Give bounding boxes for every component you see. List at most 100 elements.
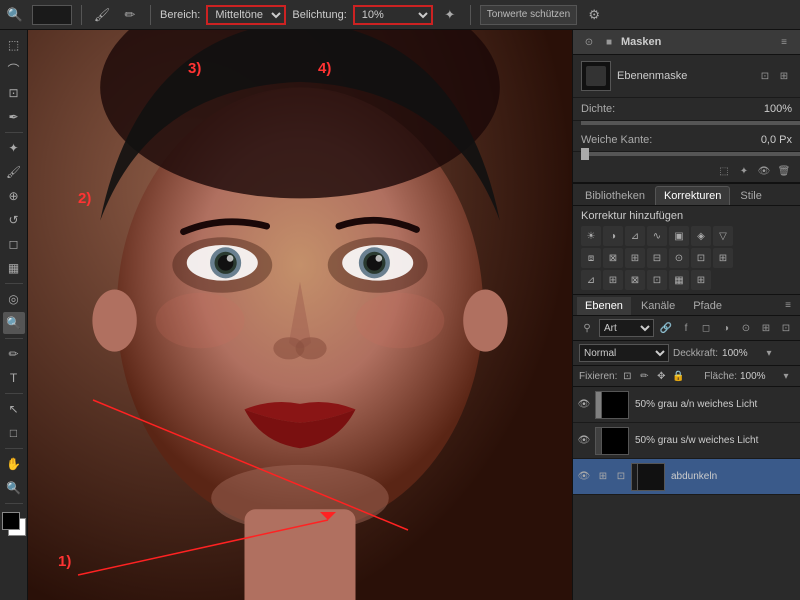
tab-stile[interactable]: Stile	[732, 187, 769, 205]
layer-item-2[interactable]: 👁 ⊞ ⊡ abdunkeln	[573, 459, 800, 495]
bw-icon[interactable]: ⊞	[625, 248, 645, 268]
zoom-icon[interactable]: 🔍	[4, 4, 26, 26]
tool-sep-6	[5, 503, 23, 504]
blend-mode-select[interactable]: Normal	[579, 344, 669, 362]
hsl-icon[interactable]: ⧈	[581, 248, 601, 268]
levels-icon[interactable]: ⊿	[625, 226, 645, 246]
layers-fix-bar: Fixieren: ⊡ ✏ ✥ 🔒 Fläche: 100% ▾	[573, 366, 800, 387]
mask-visible-icon[interactable]: 👁	[756, 163, 772, 179]
hand-tool[interactable]: ✋	[3, 453, 25, 475]
dodge-tool[interactable]: 🔍	[3, 312, 25, 334]
weiche-kante-slider-thumb[interactable]	[581, 148, 589, 160]
fix-move[interactable]: ✥	[654, 369, 668, 383]
tab-kanaele[interactable]: Kanäle	[633, 297, 683, 315]
belichtung-select[interactable]: 10% 5% 20%	[353, 5, 433, 25]
selectcolor-icon[interactable]: ⊞	[713, 248, 733, 268]
spot-heal-tool[interactable]: ✦	[3, 137, 25, 159]
mask-link-icon[interactable]: ⊡	[757, 68, 773, 84]
contrast-icon[interactable]: ◑	[603, 226, 623, 246]
annotation-1: 1)	[58, 553, 71, 570]
invert-icon[interactable]: ⊠	[625, 270, 645, 290]
history-tool[interactable]: ↺	[3, 209, 25, 231]
weiche-kante-slider[interactable]	[581, 152, 800, 156]
layer-0-eye[interactable]: 👁	[577, 398, 591, 412]
airbrush-icon[interactable]: ✦	[439, 4, 461, 26]
settings-icon[interactable]: ⚙	[583, 4, 605, 26]
mask-select-icon[interactable]: ⬚	[716, 163, 732, 179]
layer-selected-icon[interactable]: ⊡	[778, 320, 794, 336]
layer-smart-icon[interactable]: ⊞	[758, 320, 774, 336]
brush-tool[interactable]: 🖌	[3, 161, 25, 183]
deckkraft-menu[interactable]: ▾	[761, 345, 777, 361]
annotation-4: 4)	[318, 60, 331, 77]
gradient-map-icon[interactable]: ⊡	[691, 248, 711, 268]
canvas-area[interactable]: 1) 2) 3) 4)	[28, 30, 572, 600]
layer-1-eye[interactable]: 👁	[577, 434, 591, 448]
filter-icon[interactable]: ⚲	[579, 320, 595, 336]
bereich-select[interactable]: Mitteltöne Lichter Tiefen	[206, 5, 286, 25]
down-icon[interactable]: ▽	[713, 226, 733, 246]
colorbal-icon[interactable]: ⊠	[603, 248, 623, 268]
crop-tool[interactable]: ⊡	[3, 82, 25, 104]
lasso-tool[interactable]: ⌒	[3, 58, 25, 80]
posterize-icon[interactable]: ⊞	[603, 270, 623, 290]
zoom-input[interactable]: 375	[32, 5, 72, 25]
tab-ebenen[interactable]: Ebenen	[577, 297, 631, 315]
brush-icon[interactable]: ✏	[119, 4, 141, 26]
layer-color-icon[interactable]: ⊙	[738, 320, 754, 336]
layer-2-eye[interactable]: 👁	[577, 470, 591, 484]
tab-pfade[interactable]: Pfade	[685, 297, 730, 315]
solidcolor-icon[interactable]: ⊡	[647, 270, 667, 290]
vibrance-icon[interactable]: ◈	[691, 226, 711, 246]
pattern-fill-icon[interactable]: ⊞	[691, 270, 711, 290]
layer-fx-icon[interactable]: f	[678, 320, 694, 336]
dichte-label: Dichte:	[581, 103, 615, 115]
channel-icon[interactable]: ⊙	[669, 248, 689, 268]
fix-brush[interactable]: ✏	[637, 369, 651, 383]
eyedropper-tool[interactable]: ✒	[3, 106, 25, 128]
fix-checkerboard[interactable]: ⊡	[620, 369, 634, 383]
flaeche-menu[interactable]: ▾	[778, 368, 794, 384]
layer-link-icon[interactable]: 🔗	[658, 320, 674, 336]
masks-collapse-icon[interactable]: ≡	[776, 34, 792, 50]
blur-tool[interactable]: ◎	[3, 288, 25, 310]
zoom-tool[interactable]: 🔍	[3, 477, 25, 499]
pen-tool[interactable]: ✏	[3, 343, 25, 365]
mask-add-icon[interactable]: ⊞	[776, 68, 792, 84]
layer-adj-icon[interactable]: ◑	[718, 320, 734, 336]
layer-type-select[interactable]: Art	[599, 319, 654, 337]
select-tool[interactable]: ⬚	[3, 34, 25, 56]
layers-panel-menu[interactable]: ≡	[780, 297, 796, 313]
gradient-fill-icon[interactable]: ▦	[669, 270, 689, 290]
mask-delete-icon[interactable]: 🗑	[776, 163, 792, 179]
exposure-icon[interactable]: ▣	[669, 226, 689, 246]
mask-refine-icon[interactable]: ✦	[736, 163, 752, 179]
annotation-3: 3)	[188, 60, 201, 77]
layer-item-1[interactable]: 👁 50% grau s/w weiches Licht	[573, 423, 800, 459]
brightness-icon[interactable]: ☀	[581, 226, 601, 246]
gradient-tool[interactable]: ▦	[3, 257, 25, 279]
dichte-slider[interactable]	[581, 121, 800, 125]
correction-icons-row2: ⧈ ⊠ ⊞ ⊟ ⊙ ⊡ ⊞	[581, 248, 792, 268]
ebenenmaske-item[interactable]: Ebenenmaske ⊡ ⊞	[573, 55, 800, 98]
layer-item-0[interactable]: 👁 50% grau a/n weiches Licht	[573, 387, 800, 423]
clone-tool[interactable]: ⊕	[3, 185, 25, 207]
photo-icon[interactable]: ⊟	[647, 248, 667, 268]
tool-sep-5	[5, 448, 23, 449]
curves-icon[interactable]: ∿	[647, 226, 667, 246]
tool-sep-4	[5, 393, 23, 394]
fix-lock[interactable]: 🔒	[671, 369, 685, 383]
brush-options-icon[interactable]: 🖌	[91, 4, 113, 26]
layer-mask-icon[interactable]: ◻	[698, 320, 714, 336]
foreground-color-swatch[interactable]	[2, 512, 20, 530]
tonwerte-button[interactable]: Tonwerte schützen	[480, 5, 577, 25]
color-swatches[interactable]	[2, 512, 26, 536]
rect-tool[interactable]: □	[3, 422, 25, 444]
tab-bibliotheken[interactable]: Bibliotheken	[577, 187, 653, 205]
threshold-icon[interactable]: ⊿	[581, 270, 601, 290]
path-select-tool[interactable]: ↖	[3, 398, 25, 420]
canvas-image: 1) 2) 3) 4)	[28, 30, 572, 600]
text-tool[interactable]: T	[3, 367, 25, 389]
tab-korrekturen[interactable]: Korrekturen	[655, 186, 730, 205]
eraser-tool[interactable]: ◻	[3, 233, 25, 255]
